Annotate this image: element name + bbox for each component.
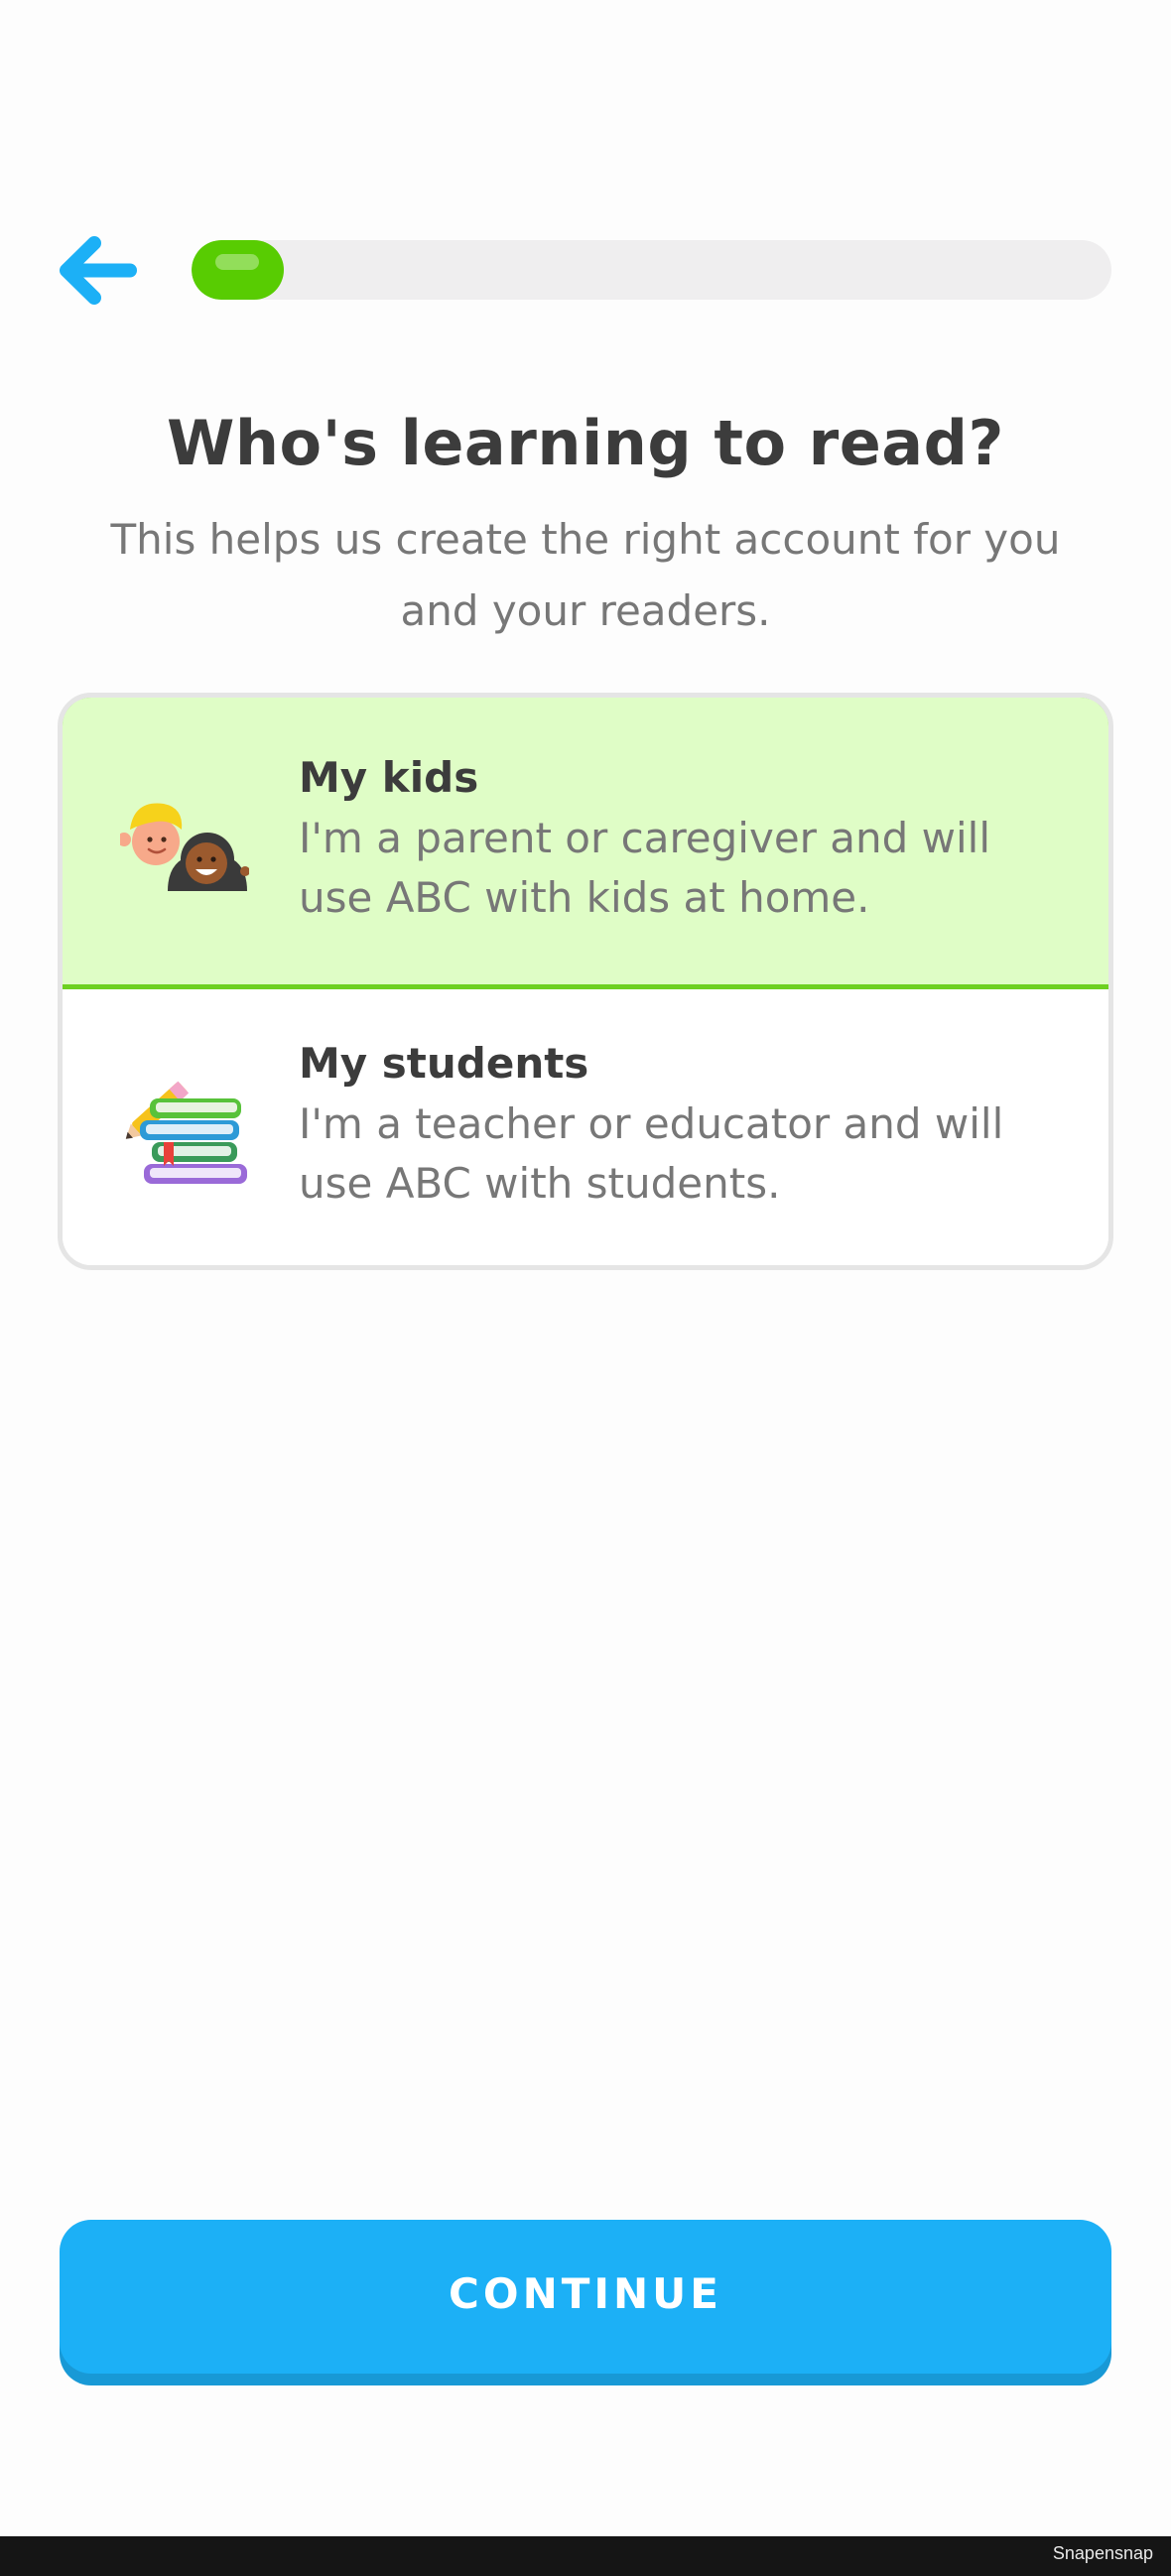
kids-faces-icon: [120, 803, 249, 891]
reader-type-options: My kids I'm a parent or caregiver and wi…: [58, 693, 1113, 1270]
option-my-students[interactable]: My students I'm a teacher or educator an…: [63, 989, 1108, 1265]
option-description: I'm a parent or caregiver and will use A…: [299, 814, 990, 922]
page-title: Who's learning to read?: [167, 407, 1004, 479]
continue-button[interactable]: CONTINUE: [60, 2220, 1111, 2374]
progress-bar: [192, 240, 1111, 300]
progress-fill: [192, 240, 284, 300]
app-screen: Who's learning to read? This helps us cr…: [0, 0, 1171, 2576]
books-pencil-icon: [125, 1081, 247, 1184]
arrow-left-icon: [60, 236, 137, 305]
option-title: My students: [299, 1039, 589, 1088]
back-button[interactable]: [55, 233, 139, 308]
option-description: I'm a teacher or educator and will use A…: [299, 1099, 1004, 1208]
page-subtitle: This helps us create the right account f…: [110, 515, 1061, 635]
option-my-kids[interactable]: My kids I'm a parent or caregiver and wi…: [63, 698, 1108, 989]
option-title: My kids: [299, 753, 479, 802]
footer-bar: Snapensnap: [0, 2536, 1171, 2576]
watermark: Snapensnap: [1052, 2543, 1153, 2563]
progress-shine: [215, 254, 259, 270]
